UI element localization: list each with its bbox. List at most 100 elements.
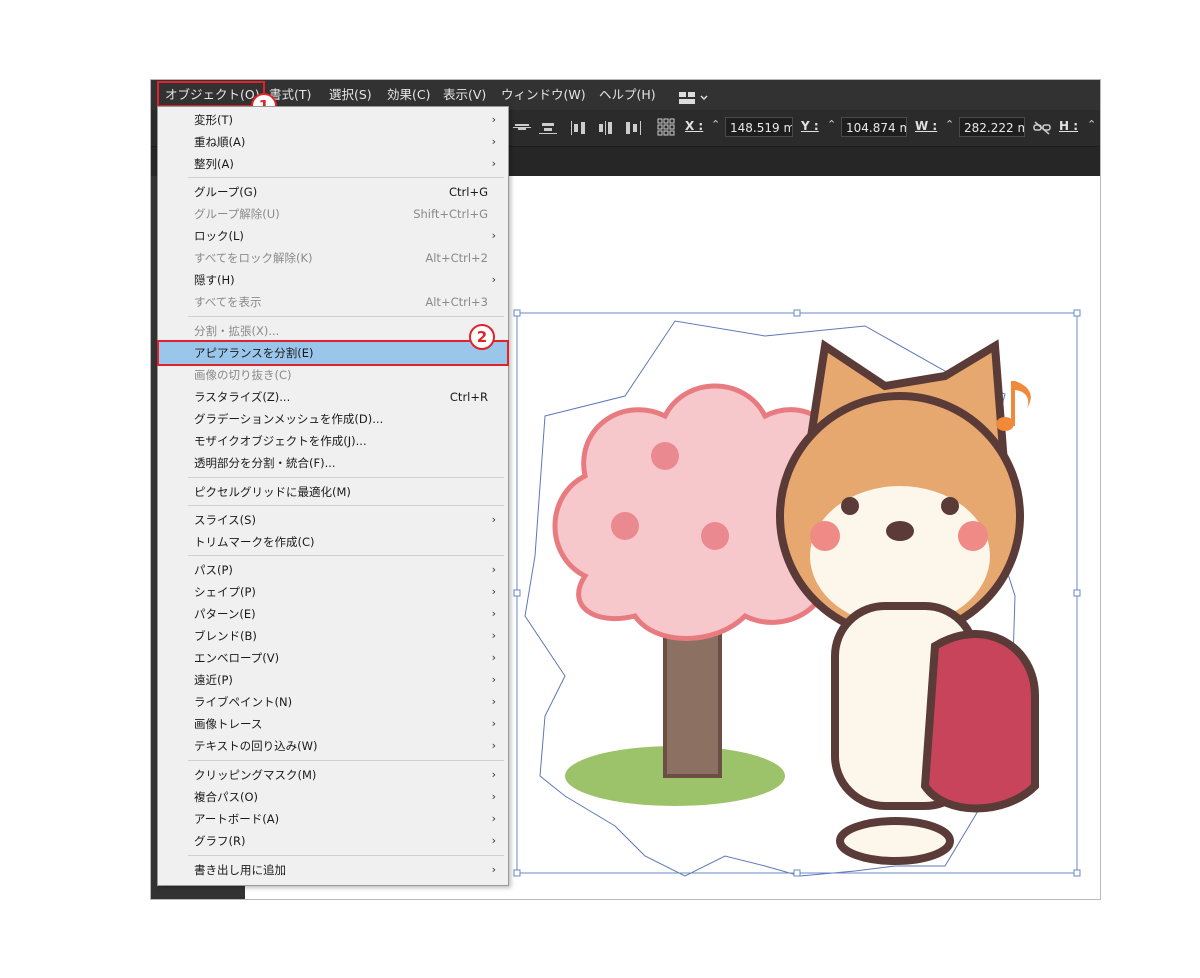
submenu-arrow-icon: › — [491, 585, 496, 598]
submenu-arrow-icon: › — [491, 790, 496, 803]
menu-item-shortcut: Alt+Ctrl+3 — [425, 295, 488, 309]
menu-item-label: ライブペイント(N) — [194, 695, 293, 709]
menu-item-label: ブレンド(B) — [194, 629, 257, 643]
menu-item[interactable]: パス(P) › — [158, 559, 508, 581]
menu-item[interactable]: ライブペイント(N) › — [158, 691, 508, 713]
menu-window[interactable]: ウィンドウ(W) — [501, 80, 586, 110]
y-spinner-icon[interactable]: ⌃ — [827, 118, 836, 131]
menu-item-label: クリッピングマスク(M) — [194, 768, 317, 782]
w-label: W : — [915, 119, 938, 133]
menu-item[interactable]: 分割・拡張(X)... — [158, 320, 508, 342]
menu-item[interactable]: ロック(L) › — [158, 225, 508, 247]
menu-item-shortcut: Ctrl+R — [449, 390, 488, 404]
menu-item[interactable]: 隠す(H) › — [158, 269, 508, 291]
submenu-arrow-icon: › — [491, 651, 496, 664]
menu-item[interactable]: グラフ(R) › — [158, 830, 508, 852]
menu-item[interactable]: 遠近(P) › — [158, 669, 508, 691]
menu-item-label: グラデーションメッシュを作成(D)... — [194, 412, 384, 426]
menu-item-label: 隠す(H) — [194, 273, 235, 287]
submenu-arrow-icon: › — [491, 834, 496, 847]
submenu-arrow-icon: › — [491, 768, 496, 781]
submenu-arrow-icon: › — [491, 717, 496, 730]
menu-item[interactable]: グループ解除(U) Shift+Ctrl+G — [158, 203, 508, 225]
menu-item-label: トリムマークを作成(C) — [194, 535, 315, 549]
menu-item[interactable]: 変形(T) › — [158, 109, 508, 131]
menu-item[interactable]: テキストの回り込み(W) › — [158, 735, 508, 757]
menu-item-label: シェイプ(P) — [194, 585, 256, 599]
menu-item-label: 整列(A) — [194, 157, 234, 171]
menu-item[interactable]: 重ね順(A) › — [158, 131, 508, 153]
x-spinner-icon[interactable]: ⌃ — [711, 118, 720, 131]
object-menu-dropdown: 変形(T) › 重ね順(A) › 整列(A) › グループ(G) Ctrl+G グループ解除(U… — [157, 106, 509, 886]
menu-item[interactable]: 複合パス(O) › — [158, 786, 508, 808]
menu-item-label: パス(P) — [194, 563, 233, 577]
menu-item-label: スライス(S) — [194, 513, 256, 527]
menu-item-label: 重ね順(A) — [194, 135, 246, 149]
align-bottom-icon[interactable] — [539, 120, 557, 134]
submenu-arrow-icon: › — [491, 513, 496, 526]
x-field[interactable]: 148.519 mr — [725, 117, 793, 137]
menu-separator — [188, 555, 504, 556]
link-proportions-icon[interactable] — [1033, 120, 1051, 135]
submenu-arrow-icon: › — [491, 812, 496, 825]
menu-item[interactable]: エンベロープ(V) › — [158, 647, 508, 669]
distribute-center-icon[interactable] — [597, 120, 615, 135]
menu-item[interactable]: モザイクオブジェクトを作成(J)... — [158, 430, 508, 452]
menu-item[interactable]: アートボード(A) › — [158, 808, 508, 830]
menu-item[interactable]: すべてを表示 Alt+Ctrl+3 — [158, 291, 508, 313]
menu-item-label: 透明部分を分割・統合(F)... — [194, 456, 336, 470]
menu-item[interactable]: クリッピングマスク(M) › — [158, 764, 508, 786]
menu-item-label: 画像トレース — [194, 717, 263, 731]
submenu-arrow-icon: › — [491, 695, 496, 708]
menu-item[interactable]: 画像トレース › — [158, 713, 508, 735]
menu-item-shortcut: Ctrl+G — [448, 185, 488, 199]
menu-item-label: アートボード(A) — [194, 812, 280, 826]
y-label: Y : — [801, 119, 819, 133]
w-spinner-icon[interactable]: ⌃ — [945, 118, 954, 131]
submenu-arrow-icon: › — [491, 607, 496, 620]
h-label: H : — [1059, 119, 1079, 133]
menu-item-label: グループ解除(U) — [194, 207, 280, 221]
y-field[interactable]: 104.874 mr — [841, 117, 907, 137]
submenu-arrow-icon: › — [491, 863, 496, 876]
menu-help[interactable]: ヘルプ(H) — [599, 80, 656, 110]
menu-item[interactable]: ピクセルグリッドに最適化(M) — [158, 481, 508, 503]
submenu-arrow-icon: › — [491, 629, 496, 642]
menu-item-label: ロック(L) — [194, 229, 244, 243]
menu-item-label: すべてを表示 — [194, 295, 262, 309]
menu-item[interactable]: グラデーションメッシュを作成(D)... — [158, 408, 508, 430]
menu-item-label: エンベロープ(V) — [194, 651, 280, 665]
annotation-box-expand-appearance — [157, 340, 509, 366]
menu-item[interactable]: グループ(G) Ctrl+G — [158, 181, 508, 203]
w-field[interactable]: 282.222 mr — [959, 117, 1025, 137]
distribute-right-icon[interactable] — [623, 120, 641, 135]
submenu-arrow-icon: › — [491, 739, 496, 752]
menu-item[interactable]: ブレンド(B) › — [158, 625, 508, 647]
annotation-badge-2: 2 — [469, 324, 495, 350]
menu-item-label: グループ(G) — [194, 185, 258, 199]
menu-item[interactable]: 整列(A) › — [158, 153, 508, 175]
menu-item-label: モザイクオブジェクトを作成(J)... — [194, 434, 367, 448]
menu-item[interactable]: 画像の切り抜き(C) — [158, 364, 508, 386]
workspace-switcher-icon[interactable] — [679, 89, 709, 108]
reference-point-icon[interactable] — [657, 118, 675, 136]
align-vertical-center-icon[interactable] — [513, 120, 531, 134]
menu-separator — [188, 760, 504, 761]
menu-item-label: 複合パス(O) — [194, 790, 259, 804]
menu-item-label: ラスタライズ(Z)... — [194, 390, 291, 404]
menu-item[interactable]: 透明部分を分割・統合(F)... — [158, 452, 508, 474]
menu-separator — [188, 177, 504, 178]
menu-item[interactable]: シェイプ(P) › — [158, 581, 508, 603]
menu-item[interactable]: トリムマークを作成(C) — [158, 531, 508, 553]
menu-item-label: 書き出し用に追加 — [194, 863, 286, 877]
h-spinner-icon[interactable]: ⌃ — [1087, 118, 1096, 131]
distribute-left-icon[interactable] — [571, 120, 589, 135]
submenu-arrow-icon: › — [491, 673, 496, 686]
menu-item[interactable]: すべてをロック解除(K) Alt+Ctrl+2 — [158, 247, 508, 269]
annotation-box-menu-object — [157, 81, 265, 107]
menu-item[interactable]: 書き出し用に追加 › — [158, 859, 508, 881]
menu-item-shortcut: Shift+Ctrl+G — [413, 207, 488, 221]
menu-item[interactable]: スライス(S) › — [158, 509, 508, 531]
menu-item[interactable]: パターン(E) › — [158, 603, 508, 625]
menu-item[interactable]: ラスタライズ(Z)... Ctrl+R — [158, 386, 508, 408]
